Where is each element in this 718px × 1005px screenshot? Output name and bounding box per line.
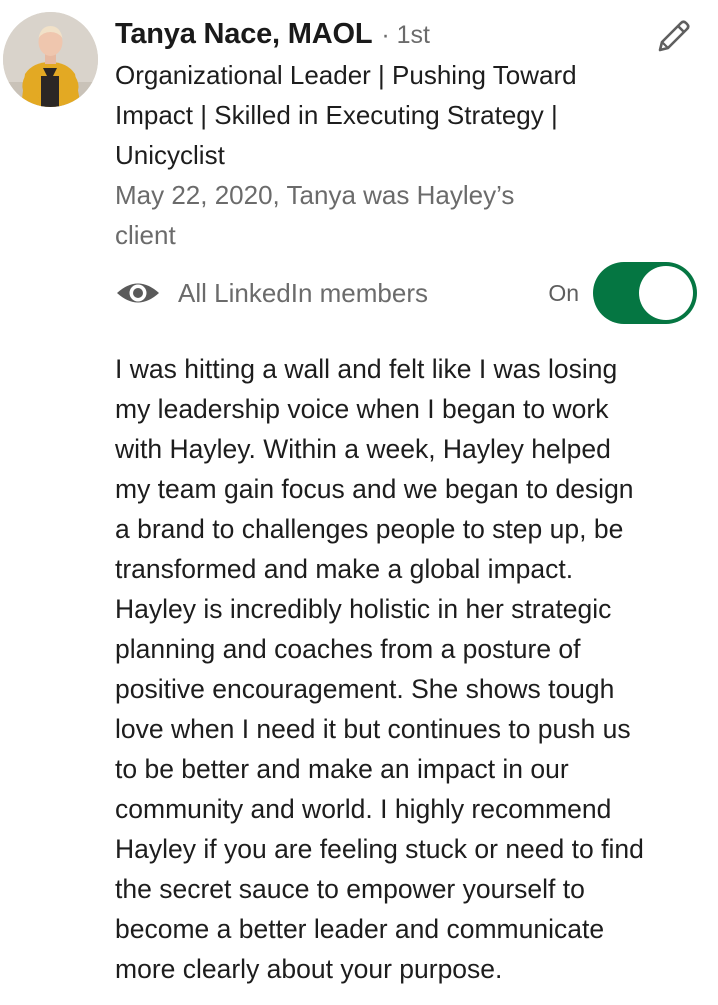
- text-line: planning and coaches from a posture of: [115, 634, 581, 664]
- meta-line: May 22, 2020, Tanya was Hayley’s: [115, 180, 515, 210]
- headline-line: Impact | Skilled in Executing Strategy |: [115, 100, 558, 130]
- pencil-icon: [658, 20, 690, 52]
- author-name[interactable]: Tanya Nace, MAOL: [115, 18, 373, 51]
- toggle-state-label: On: [548, 279, 579, 306]
- eye-icon: [115, 278, 161, 308]
- text-line: my leadership voice when I began to work: [115, 394, 609, 424]
- visibility-row: All LinkedIn members On: [115, 262, 697, 324]
- recommendation-text: I was hitting a wall and felt like I was…: [115, 349, 705, 989]
- visibility-label: All LinkedIn members: [178, 277, 428, 308]
- recommendation-header: Tanya Nace, MAOL · 1st Organizational Le…: [115, 18, 645, 255]
- headline-line: Organizational Leader | Pushing Toward: [115, 60, 577, 90]
- text-line: a brand to challenges people to step up,…: [115, 514, 624, 544]
- text-line: my team gain focus and we began to desig…: [115, 474, 634, 504]
- text-line: the secret sauce to empower yourself to: [115, 874, 585, 904]
- text-line: become a better leader and communicate: [115, 914, 605, 944]
- avatar[interactable]: [3, 12, 98, 107]
- author-row: Tanya Nace, MAOL · 1st: [115, 18, 645, 51]
- text-line: to be better and make an impact in our: [115, 754, 569, 784]
- text-line: with Hayley. Within a week, Hayley helpe…: [115, 434, 611, 464]
- text-line: community and world. I highly recommend: [115, 794, 612, 824]
- text-line: positive encouragement. She shows tough: [115, 674, 615, 704]
- text-line: more clearly about your purpose.: [115, 954, 503, 984]
- text-line: Hayley if you are feeling stuck or need …: [115, 834, 644, 864]
- avatar-photo: [3, 12, 98, 107]
- text-line: Hayley is incredibly holistic in her str…: [115, 594, 612, 624]
- author-headline: Organizational Leader | Pushing Toward I…: [115, 55, 635, 175]
- edit-button[interactable]: [652, 14, 696, 58]
- headline-line: Unicyclist: [115, 140, 225, 170]
- text-line: I was hitting a wall and felt like I was…: [115, 354, 618, 384]
- toggle-knob: [639, 266, 693, 320]
- visibility-toggle[interactable]: [593, 262, 697, 324]
- meta-line: client: [115, 220, 176, 250]
- connection-degree: · 1st: [381, 21, 430, 49]
- text-line: love when I need it but continues to pus…: [115, 714, 631, 744]
- relationship-meta: May 22, 2020, Tanya was Hayley’s client: [115, 175, 585, 255]
- text-line: transformed and make a global impact.: [115, 554, 574, 584]
